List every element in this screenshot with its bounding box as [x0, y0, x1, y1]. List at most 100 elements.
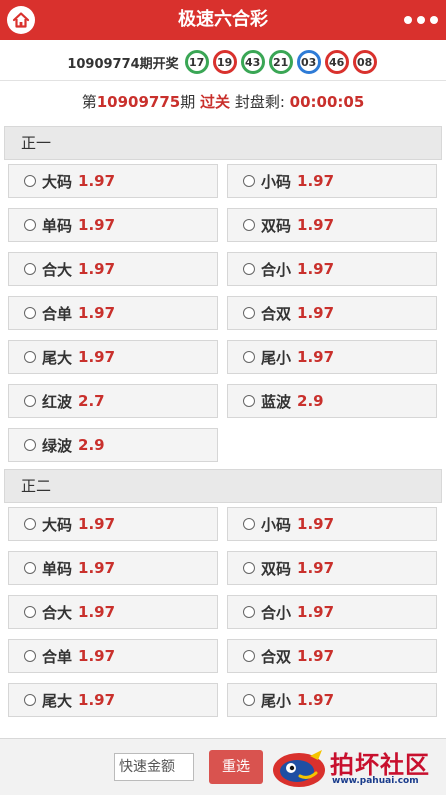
bet-option-label: 单码	[42, 216, 73, 235]
bet-option-label: 双码	[261, 216, 292, 235]
mascot-logo-icon	[273, 750, 325, 787]
radio-icon[interactable]	[24, 219, 36, 231]
radio-icon[interactable]	[243, 351, 255, 363]
radio-icon[interactable]	[243, 650, 255, 662]
radio-icon[interactable]	[24, 351, 36, 363]
bet-option-label: 合单	[42, 647, 73, 666]
bet-option-label: 合单	[42, 304, 73, 323]
draw-ball: 21	[268, 50, 293, 74]
draw-ball: 43	[240, 50, 265, 74]
bet-option[interactable]: 蓝波 2.9	[227, 384, 437, 418]
countdown-label: 封盘剩:	[234, 93, 285, 111]
bet-option-odds: 2.9	[78, 436, 105, 454]
bet-option-odds: 1.97	[78, 216, 116, 234]
bet-option[interactable]: 尾大 1.97	[8, 340, 218, 374]
bet-option-label: 大码	[42, 172, 73, 191]
bet-option-label: 单码	[42, 559, 73, 578]
radio-icon[interactable]	[24, 694, 36, 706]
bet-option[interactable]: 绿波 2.9	[8, 428, 218, 462]
radio-icon[interactable]	[24, 175, 36, 187]
radio-icon[interactable]	[24, 307, 36, 319]
bet-option[interactable]: 尾小 1.97	[227, 683, 437, 717]
radio-icon[interactable]	[24, 439, 36, 451]
bet-option-label: 合大	[42, 260, 73, 279]
bet-option[interactable]: 双码 1.97	[227, 208, 437, 242]
divider	[0, 80, 446, 81]
watermark-text: 拍坏社区 www.pahuai.com	[328, 745, 440, 791]
radio-icon[interactable]	[243, 562, 255, 574]
bet-option-label: 尾大	[42, 691, 73, 710]
radio-icon[interactable]	[243, 518, 255, 530]
bet-option-odds: 1.97	[297, 172, 335, 190]
bet-option[interactable]: 小码 1.97	[227, 507, 437, 541]
bet-option-odds: 1.97	[78, 304, 116, 322]
bet-option-odds: 1.97	[78, 691, 116, 709]
draw-balls: 17 19 43 21 03 46 08	[183, 50, 379, 74]
bet-option[interactable]: 大码 1.97	[8, 507, 218, 541]
radio-icon[interactable]	[243, 175, 255, 187]
bet-option-odds: 1.97	[297, 348, 335, 366]
more-button[interactable]	[404, 13, 438, 27]
radio-icon[interactable]	[243, 307, 255, 319]
bet-option-odds: 1.97	[297, 216, 335, 234]
bet-option-odds: 2.7	[78, 392, 105, 410]
bet-option-odds: 1.97	[297, 647, 335, 665]
bet-option[interactable]: 合小 1.97	[227, 252, 437, 286]
bet-option-odds: 1.97	[78, 172, 116, 190]
bet-option-label: 尾大	[42, 348, 73, 367]
radio-icon[interactable]	[243, 694, 255, 706]
bet-option[interactable]: 小码 1.97	[227, 164, 437, 198]
quick-amount-input[interactable]	[114, 753, 194, 781]
bet-option[interactable]: 合大 1.97	[8, 252, 218, 286]
bet-option-odds: 1.97	[297, 691, 335, 709]
app-header: 极速六合彩	[0, 0, 446, 40]
bet-option-label: 合小	[261, 603, 292, 622]
radio-icon[interactable]	[24, 263, 36, 275]
radio-icon[interactable]	[24, 650, 36, 662]
bet-option[interactable]: 合单 1.97	[8, 639, 218, 673]
page-title: 极速六合彩	[178, 9, 268, 30]
bet-option-odds: 1.97	[297, 603, 335, 621]
bet-option-label: 合双	[261, 304, 292, 323]
countdown-timer: 00:00:05	[289, 93, 365, 111]
radio-icon[interactable]	[24, 562, 36, 574]
radio-icon[interactable]	[24, 395, 36, 407]
radio-icon[interactable]	[243, 395, 255, 407]
bet-option[interactable]: 合小 1.97	[227, 595, 437, 629]
radio-icon[interactable]	[243, 263, 255, 275]
draw-ball: 46	[324, 50, 349, 74]
reset-button[interactable]: 重选	[209, 750, 263, 784]
bet-option[interactable]: 尾小 1.97	[227, 340, 437, 374]
draw-ball: 19	[212, 50, 237, 74]
watermark-url: www.pahuai.com	[332, 776, 419, 786]
bet-option[interactable]: 合单 1.97	[8, 296, 218, 330]
last-draw-row: 10909774期开奖 17 19 43 21 03 46 08	[0, 44, 446, 80]
bet-option[interactable]: 单码 1.97	[8, 551, 218, 585]
bet-option[interactable]: 红波 2.7	[8, 384, 218, 418]
bet-option-odds: 1.97	[297, 260, 335, 278]
bet-option-odds: 1.97	[297, 559, 335, 577]
bet-option-label: 双码	[261, 559, 292, 578]
bet-option[interactable]: 合双 1.97	[227, 296, 437, 330]
bet-option-label: 尾小	[261, 691, 292, 710]
bet-option[interactable]: 双码 1.97	[227, 551, 437, 585]
section-header-zheng-1: 正一	[4, 126, 442, 160]
bet-option-label: 小码	[261, 172, 292, 191]
bet-option[interactable]: 大码 1.97	[8, 164, 218, 198]
radio-icon[interactable]	[24, 606, 36, 618]
bet-option[interactable]: 合大 1.97	[8, 595, 218, 629]
radio-icon[interactable]	[243, 219, 255, 231]
bet-option[interactable]: 尾大 1.97	[8, 683, 218, 717]
more-dots-icon	[417, 16, 425, 24]
bet-option-label: 红波	[42, 392, 73, 411]
draw-ball: 03	[296, 50, 321, 74]
period-prefix: 第	[81, 93, 97, 111]
bet-option-odds: 1.97	[297, 304, 335, 322]
bet-option[interactable]: 单码 1.97	[8, 208, 218, 242]
more-dots-icon	[404, 16, 412, 24]
period-status: 过关	[200, 93, 231, 111]
radio-icon[interactable]	[243, 606, 255, 618]
bet-option[interactable]: 合双 1.97	[227, 639, 437, 673]
radio-icon[interactable]	[24, 518, 36, 530]
bet-option-label: 合小	[261, 260, 292, 279]
